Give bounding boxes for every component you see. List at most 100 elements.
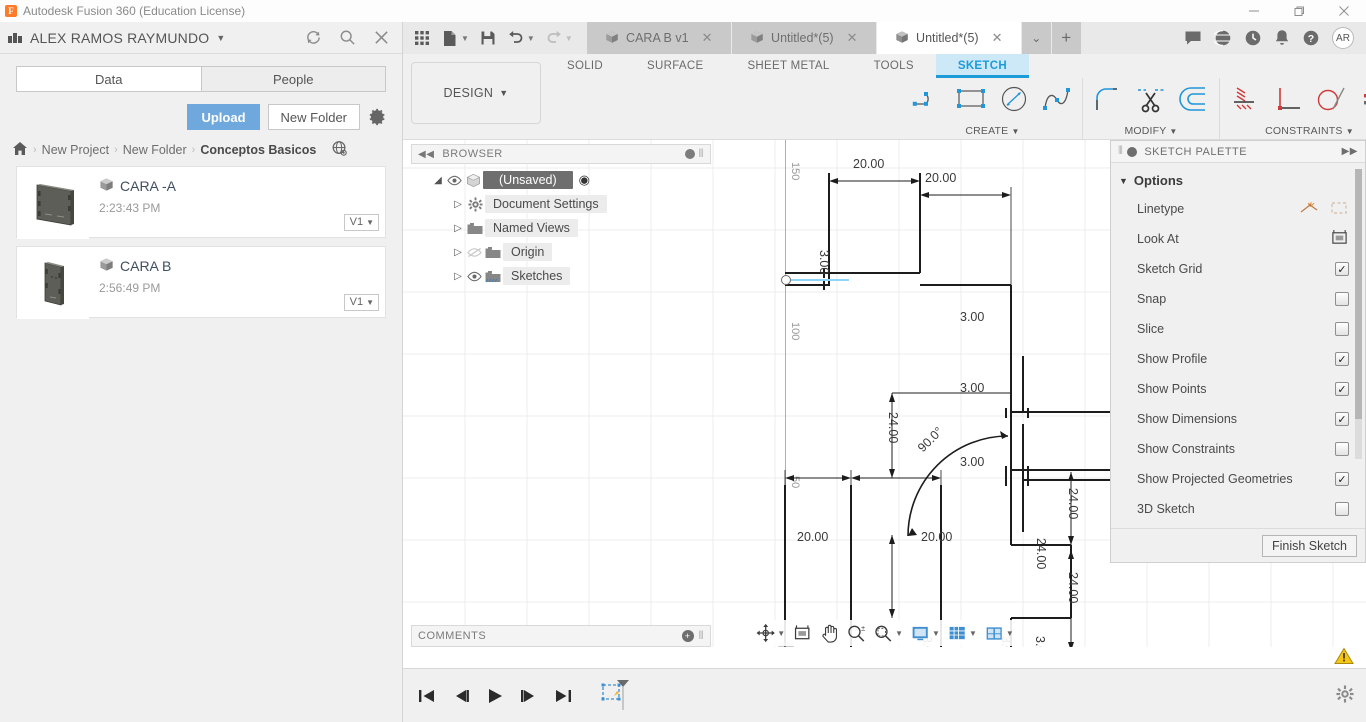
- palette-scrollbar[interactable]: [1355, 169, 1362, 459]
- breadcrumb-item-folder[interactable]: New Folder: [123, 143, 187, 157]
- list-item[interactable]: CARA -A 2:23:43 PM V1 ▼: [16, 166, 386, 239]
- chevron-down-icon[interactable]: ▼: [216, 33, 225, 43]
- search-icon[interactable]: [338, 29, 356, 47]
- fillet-icon[interactable]: [1088, 79, 1128, 119]
- avatar[interactable]: AR: [1332, 27, 1354, 49]
- browser-node-document-settings[interactable]: ▷ Document Settings: [411, 192, 711, 216]
- close-panel-icon[interactable]: [372, 29, 390, 47]
- globe-status-icon[interactable]: [1214, 29, 1232, 47]
- tab-tools[interactable]: TOOLS: [852, 54, 936, 78]
- radio-active-icon[interactable]: ◉: [579, 172, 590, 188]
- globe-icon[interactable]: [331, 140, 348, 160]
- chevron-down-icon[interactable]: ▼: [565, 34, 573, 43]
- document-tab-active[interactable]: Untitled*(5) ✕: [876, 22, 1022, 54]
- help-icon[interactable]: ?: [1302, 29, 1320, 47]
- show-constraints-checkbox[interactable]: [1335, 442, 1349, 456]
- dimension-text[interactable]: 20.00: [925, 171, 956, 185]
- sketch-grid-checkbox[interactable]: ✓: [1335, 262, 1349, 276]
- document-tab[interactable]: CARA B v1 ✕: [586, 22, 732, 54]
- close-tab-icon[interactable]: ✕: [992, 30, 1003, 46]
- breadcrumb-item-current[interactable]: Conceptos Basicos: [200, 143, 316, 157]
- comment-icon[interactable]: [1184, 30, 1202, 46]
- new-folder-button[interactable]: New Folder: [267, 104, 360, 130]
- browser-node-unsaved[interactable]: ◢ (Unsaved) ◉: [411, 168, 711, 192]
- go-to-beginning-icon[interactable]: [417, 687, 437, 705]
- chevron-down-icon[interactable]: ▼: [969, 629, 977, 638]
- show-points-checkbox[interactable]: ✓: [1335, 382, 1349, 396]
- dimension-text[interactable]: 20.00: [921, 530, 952, 544]
- dimension-text[interactable]: 3.00: [1033, 636, 1047, 647]
- group-label-create[interactable]: CREATE ▼: [908, 124, 1077, 140]
- pan-icon[interactable]: [817, 620, 842, 646]
- expand-palette-icon[interactable]: ▶▶: [1342, 146, 1358, 157]
- expand-triangle-icon[interactable]: ▷: [451, 271, 465, 282]
- expand-triangle-icon[interactable]: ▷: [451, 223, 465, 234]
- palette-section-options[interactable]: ▼ Options: [1111, 169, 1365, 194]
- close-window-button[interactable]: [1321, 0, 1366, 22]
- sketch-timeline-marker-icon[interactable]: [601, 678, 633, 714]
- group-label-constraints[interactable]: CONSTRAINTS ▼: [1225, 124, 1366, 140]
- visibility-eye-off-icon[interactable]: [465, 247, 483, 258]
- tab-solid[interactable]: SOLID: [545, 54, 625, 78]
- chevron-down-icon[interactable]: ▼: [527, 34, 535, 43]
- snap-checkbox[interactable]: [1335, 292, 1349, 306]
- zoom-icon[interactable]: ±: [844, 620, 869, 646]
- equal-icon[interactable]: [1354, 79, 1366, 119]
- warning-icon[interactable]: [1334, 647, 1354, 668]
- refresh-icon[interactable]: [304, 29, 322, 47]
- close-tab-icon[interactable]: ✕: [702, 30, 713, 46]
- add-comment-icon[interactable]: +: [681, 630, 694, 642]
- redo-icon[interactable]: [541, 25, 567, 51]
- notification-icon[interactable]: [1274, 29, 1290, 47]
- dimension-text[interactable]: 3.00: [817, 250, 831, 274]
- palette-grip-icon[interactable]: ⦀: [1118, 145, 1123, 158]
- dimension-text[interactable]: 24.00: [1066, 488, 1080, 519]
- dimension-text[interactable]: 20.00: [797, 530, 828, 544]
- dimension-text[interactable]: 24.00: [886, 412, 900, 443]
- maximize-button[interactable]: [1276, 0, 1321, 22]
- tab-sketch[interactable]: SKETCH: [935, 54, 1029, 78]
- linetype-construction-icon[interactable]: [1299, 200, 1319, 219]
- grid-snaps-icon[interactable]: ▼: [945, 620, 980, 646]
- visibility-eye-icon[interactable]: [465, 271, 483, 282]
- look-at-icon[interactable]: [790, 620, 815, 646]
- step-back-icon[interactable]: [451, 687, 471, 705]
- group-label-modify[interactable]: MODIFY ▼: [1088, 124, 1214, 140]
- tab-list-dropdown[interactable]: ⌄: [1021, 22, 1052, 54]
- display-settings-icon[interactable]: ▼: [908, 620, 943, 646]
- upload-button[interactable]: Upload: [187, 104, 260, 130]
- version-badge[interactable]: V1 ▼: [343, 214, 379, 231]
- document-tab[interactable]: Untitled*(5) ✕: [731, 22, 877, 54]
- gear-icon[interactable]: [1336, 685, 1354, 706]
- show-profile-checkbox[interactable]: ✓: [1335, 352, 1349, 366]
- undo-icon[interactable]: [503, 25, 529, 51]
- dimension-text[interactable]: 3.00: [960, 381, 984, 395]
- browser-node-named-views[interactable]: ▷ Named Views: [411, 216, 711, 240]
- browser-resize-grip[interactable]: ⦀: [699, 148, 704, 161]
- chevron-down-icon[interactable]: ▼: [895, 629, 903, 638]
- chevron-down-icon[interactable]: ▼: [932, 629, 940, 638]
- comments-bar[interactable]: COMMENTS + ⦀: [411, 625, 711, 647]
- tab-data[interactable]: Data: [16, 66, 201, 92]
- 3d-sketch-checkbox[interactable]: [1335, 502, 1349, 516]
- trim-scissors-icon[interactable]: [1131, 79, 1171, 119]
- tab-sheet-metal[interactable]: SHEET METAL: [725, 54, 851, 78]
- dimension-text[interactable]: 24.00: [1066, 572, 1080, 603]
- browser-node-origin[interactable]: ▷ Origin: [411, 240, 711, 264]
- minimize-button[interactable]: [1231, 0, 1276, 22]
- visibility-eye-icon[interactable]: [445, 175, 463, 186]
- chevron-down-icon[interactable]: ▼: [777, 629, 785, 638]
- show-dimensions-checkbox[interactable]: ✓: [1335, 412, 1349, 426]
- expand-triangle-icon[interactable]: ▷: [451, 199, 465, 210]
- viewports-icon[interactable]: ▼: [982, 620, 1017, 646]
- job-status-icon[interactable]: [1244, 29, 1262, 47]
- chevron-down-icon[interactable]: ▼: [1006, 629, 1014, 638]
- home-icon[interactable]: [12, 141, 28, 159]
- slice-checkbox[interactable]: [1335, 322, 1349, 336]
- new-tab-button[interactable]: +: [1051, 22, 1082, 54]
- zoom-window-icon[interactable]: ▼: [871, 620, 906, 646]
- sketch-arc-icon[interactable]: [908, 79, 948, 119]
- tangent-icon[interactable]: [1311, 79, 1351, 119]
- circle-icon[interactable]: [994, 79, 1034, 119]
- ground-constraint-icon[interactable]: [1225, 79, 1265, 119]
